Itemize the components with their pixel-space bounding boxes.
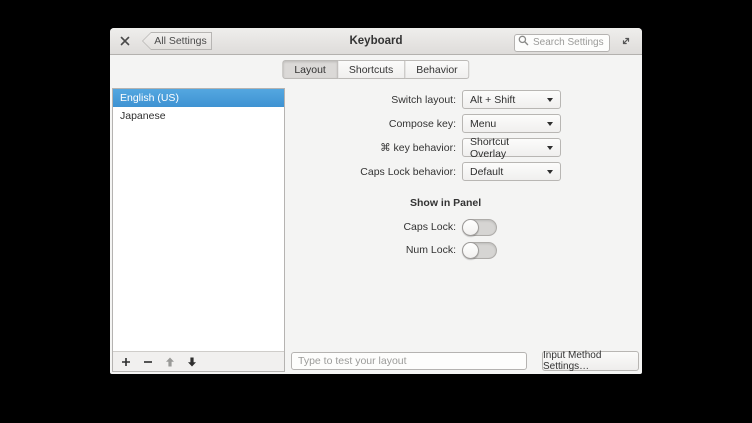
headerbar: All Settings Keyboard <box>110 28 642 55</box>
layout-list: English (US) Japanese <box>113 89 284 351</box>
command-key-label: ⌘ key behavior: <box>380 141 456 154</box>
compose-key-value: Menu <box>470 117 497 130</box>
close-icon[interactable] <box>118 34 132 48</box>
caps-lock-behavior-row: Caps Lock behavior: Default <box>293 162 561 181</box>
toggle-knob <box>462 218 479 236</box>
tab-layout[interactable]: Layout <box>282 60 338 79</box>
keyboard-settings-window: All Settings Keyboard Layout Shortcuts B… <box>110 28 642 374</box>
tab-shortcuts[interactable]: Shortcuts <box>337 60 406 79</box>
switch-layout-select[interactable]: Alt + Shift <box>462 90 561 109</box>
command-key-select[interactable]: Shortcut Overlay <box>462 135 561 160</box>
layout-list-panel: English (US) Japanese <box>112 88 285 372</box>
caps-lock-toggle-label: Caps Lock: <box>403 221 456 233</box>
dropdown-caret-icon <box>547 98 553 102</box>
caps-lock-toggle[interactable] <box>462 218 497 236</box>
dropdown-caret-icon <box>547 170 553 174</box>
panel-toggles: Caps Lock: Num Lock: <box>293 218 497 264</box>
all-settings-label: All Settings <box>143 33 211 49</box>
search-icon <box>518 35 529 46</box>
list-item-japanese[interactable]: Japanese <box>113 107 284 125</box>
switch-layout-row: Switch layout: Alt + Shift <box>293 90 561 109</box>
compose-key-row: Compose key: Menu <box>293 114 561 133</box>
move-down-button[interactable] <box>182 354 202 370</box>
all-settings-back-button[interactable]: All Settings <box>142 32 212 50</box>
list-toolbar <box>113 351 284 371</box>
test-layout-input[interactable] <box>291 352 527 370</box>
switch-layout-value: Alt + Shift <box>470 93 516 106</box>
compose-key-select[interactable]: Menu <box>462 114 561 133</box>
expand-window-icon[interactable] <box>618 33 634 49</box>
caps-lock-behavior-select[interactable]: Default <box>462 162 561 181</box>
caps-lock-toggle-row: Caps Lock: <box>293 218 497 236</box>
move-up-button[interactable] <box>160 354 180 370</box>
remove-layout-button[interactable] <box>138 354 158 370</box>
input-method-settings-button[interactable]: Input Method Settings… <box>542 350 639 372</box>
command-key-row: ⌘ key behavior: Shortcut Overlay <box>293 135 561 160</box>
switch-layout-label: Switch layout: <box>391 93 456 106</box>
caps-lock-behavior-value: Default <box>470 165 504 178</box>
search-box <box>514 32 610 52</box>
dropdown-caret-icon <box>547 122 553 126</box>
command-key-value: Shortcut Overlay <box>470 135 510 160</box>
compose-key-label: Compose key: <box>388 117 456 130</box>
list-item-english-us[interactable]: English (US) <box>113 89 284 107</box>
toggle-knob <box>462 241 479 259</box>
num-lock-toggle[interactable] <box>462 241 497 259</box>
keyboard-options-form: Switch layout: Alt + Shift Compose key: … <box>293 90 561 186</box>
tab-behavior[interactable]: Behavior <box>405 60 470 79</box>
add-layout-button[interactable] <box>116 354 136 370</box>
num-lock-toggle-label: Num Lock: <box>405 244 456 256</box>
dropdown-caret-icon <box>547 146 553 150</box>
show-in-panel-heading: Show in Panel <box>410 197 482 209</box>
num-lock-toggle-row: Num Lock: <box>293 241 497 259</box>
caps-lock-behavior-label: Caps Lock behavior: <box>360 165 456 178</box>
view-mode-tabs: Layout Shortcuts Behavior <box>282 60 470 79</box>
